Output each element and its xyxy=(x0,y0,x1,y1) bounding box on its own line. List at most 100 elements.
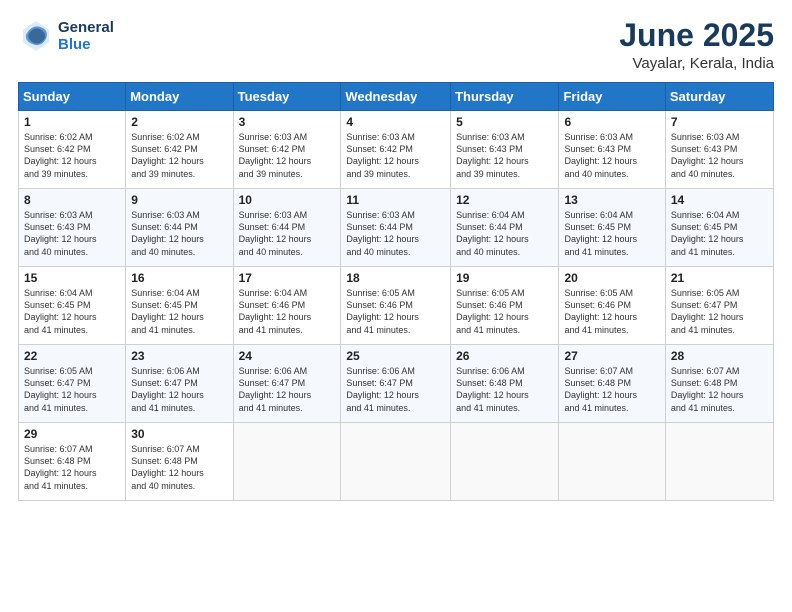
table-row xyxy=(665,423,773,501)
table-row: 6 Sunrise: 6:03 AMSunset: 6:43 PMDaylight… xyxy=(559,111,665,189)
table-row: 4Sunrise: 6:03 AMSunset: 6:42 PMDaylight… xyxy=(341,111,451,189)
table-row: 18 Sunrise: 6:05 AMSunset: 6:46 PMDayligh… xyxy=(341,267,451,345)
day-number: 29 xyxy=(24,427,120,441)
calendar-week-row: 8 Sunrise: 6:03 AMSunset: 6:43 PMDaylight… xyxy=(19,189,774,267)
table-row: 29 Sunrise: 6:07 AMSunset: 6:48 PMDayligh… xyxy=(19,423,126,501)
day-number: 1 xyxy=(24,115,120,129)
day-info: Sunrise: 6:03 AMSunset: 6:44 PMDaylight:… xyxy=(239,209,336,258)
table-row: 11Sunrise: 6:03 AMSunset: 6:44 PMDayligh… xyxy=(341,189,451,267)
day-info: Sunrise: 6:03 AMSunset: 6:44 PMDaylight:… xyxy=(131,209,227,258)
table-row: 28 Sunrise: 6:07 AMSunset: 6:48 PMDayligh… xyxy=(665,345,773,423)
day-number: 27 xyxy=(564,349,659,363)
day-number: 15 xyxy=(24,271,120,285)
day-number: 23 xyxy=(131,349,227,363)
day-info: Sunrise: 6:07 AMSunset: 6:48 PMDaylight:… xyxy=(24,443,120,492)
day-info: Sunrise: 6:06 AMSunset: 6:48 PMDaylight:… xyxy=(456,365,553,414)
table-row xyxy=(341,423,451,501)
day-info: Sunrise: 6:03 AMSunset: 6:43 PMDaylight:… xyxy=(564,131,659,180)
day-number: 8 xyxy=(24,193,120,207)
day-info: Sunrise: 6:02 AMSunset: 6:42 PMDaylight:… xyxy=(131,131,227,180)
day-info: Sunrise: 6:05 AMSunset: 6:47 PMDaylight:… xyxy=(671,287,768,336)
day-info: Sunrise: 6:06 AMSunset: 6:47 PMDaylight:… xyxy=(131,365,227,414)
day-info: Sunrise: 6:07 AMSunset: 6:48 PMDaylight:… xyxy=(564,365,659,414)
day-number: 11 xyxy=(346,193,445,207)
table-row: 7 Sunrise: 6:03 AMSunset: 6:43 PMDaylight… xyxy=(665,111,773,189)
day-info: Sunrise: 6:04 AMSunset: 6:45 PMDaylight:… xyxy=(671,209,768,258)
day-info: Sunrise: 6:04 AMSunset: 6:45 PMDaylight:… xyxy=(564,209,659,258)
page: General Blue June 2025 Vayalar, Kerala, … xyxy=(0,0,792,612)
day-number: 17 xyxy=(239,271,336,285)
day-info: Sunrise: 6:03 AMSunset: 6:43 PMDaylight:… xyxy=(24,209,120,258)
table-row: 16Sunrise: 6:04 AMSunset: 6:45 PMDayligh… xyxy=(126,267,233,345)
table-row: 20 Sunrise: 6:05 AMSunset: 6:46 PMDayligh… xyxy=(559,267,665,345)
table-row: 22Sunrise: 6:05 AMSunset: 6:47 PMDayligh… xyxy=(19,345,126,423)
day-info: Sunrise: 6:05 AMSunset: 6:46 PMDaylight:… xyxy=(456,287,553,336)
day-info: Sunrise: 6:02 AMSunset: 6:42 PMDaylight:… xyxy=(24,131,120,180)
table-row xyxy=(451,423,559,501)
col-wednesday: Wednesday xyxy=(341,83,451,111)
col-sunday: Sunday xyxy=(19,83,126,111)
logo-general: General xyxy=(58,19,114,36)
table-row: 21 Sunrise: 6:05 AMSunset: 6:47 PMDayligh… xyxy=(665,267,773,345)
day-info: Sunrise: 6:04 AMSunset: 6:44 PMDaylight:… xyxy=(456,209,553,258)
table-row: 27 Sunrise: 6:07 AMSunset: 6:48 PMDayligh… xyxy=(559,345,665,423)
day-number: 18 xyxy=(346,271,445,285)
day-info: Sunrise: 6:03 AMSunset: 6:42 PMDaylight:… xyxy=(239,131,336,180)
day-number: 7 xyxy=(671,115,768,129)
table-row: 5Sunrise: 6:03 AMSunset: 6:43 PMDaylight… xyxy=(451,111,559,189)
calendar-table: Sunday Monday Tuesday Wednesday Thursday… xyxy=(18,82,774,501)
day-number: 28 xyxy=(671,349,768,363)
calendar-week-row: 1 Sunrise: 6:02 AMSunset: 6:42 PMDaylight… xyxy=(19,111,774,189)
day-info: Sunrise: 6:05 AMSunset: 6:46 PMDaylight:… xyxy=(564,287,659,336)
table-row xyxy=(559,423,665,501)
day-number: 19 xyxy=(456,271,553,285)
calendar-week-row: 22Sunrise: 6:05 AMSunset: 6:47 PMDayligh… xyxy=(19,345,774,423)
day-info: Sunrise: 6:03 AMSunset: 6:43 PMDaylight:… xyxy=(671,131,768,180)
table-row: 10Sunrise: 6:03 AMSunset: 6:44 PMDayligh… xyxy=(233,189,341,267)
calendar-week-row: 15 Sunrise: 6:04 AMSunset: 6:45 PMDayligh… xyxy=(19,267,774,345)
day-number: 3 xyxy=(239,115,336,129)
col-thursday: Thursday xyxy=(451,83,559,111)
table-row: 23 Sunrise: 6:06 AMSunset: 6:47 PMDayligh… xyxy=(126,345,233,423)
day-number: 9 xyxy=(131,193,227,207)
table-row: 1 Sunrise: 6:02 AMSunset: 6:42 PMDaylight… xyxy=(19,111,126,189)
day-info: Sunrise: 6:07 AMSunset: 6:48 PMDaylight:… xyxy=(671,365,768,414)
day-info: Sunrise: 6:04 AMSunset: 6:45 PMDaylight:… xyxy=(131,287,227,336)
table-row: 25 Sunrise: 6:06 AMSunset: 6:47 PMDayligh… xyxy=(341,345,451,423)
day-number: 25 xyxy=(346,349,445,363)
day-number: 4 xyxy=(346,115,445,129)
day-info: Sunrise: 6:06 AMSunset: 6:47 PMDaylight:… xyxy=(346,365,445,414)
table-row: 12 Sunrise: 6:04 AMSunset: 6:44 PMDayligh… xyxy=(451,189,559,267)
table-row: 2 Sunrise: 6:02 AMSunset: 6:42 PMDaylight… xyxy=(126,111,233,189)
day-number: 14 xyxy=(671,193,768,207)
day-number: 30 xyxy=(131,427,227,441)
day-number: 24 xyxy=(239,349,336,363)
day-number: 12 xyxy=(456,193,553,207)
day-number: 21 xyxy=(671,271,768,285)
logo: General Blue xyxy=(18,18,114,54)
title-block: June 2025 Vayalar, Kerala, India xyxy=(619,18,774,72)
day-info: Sunrise: 6:05 AMSunset: 6:46 PMDaylight:… xyxy=(346,287,445,336)
logo-blue: Blue xyxy=(58,36,114,53)
day-number: 13 xyxy=(564,193,659,207)
table-row: 17 Sunrise: 6:04 AMSunset: 6:46 PMDayligh… xyxy=(233,267,341,345)
table-row xyxy=(233,423,341,501)
day-number: 2 xyxy=(131,115,227,129)
day-info: Sunrise: 6:07 AMSunset: 6:48 PMDaylight:… xyxy=(131,443,227,492)
col-saturday: Saturday xyxy=(665,83,773,111)
day-info: Sunrise: 6:05 AMSunset: 6:47 PMDaylight:… xyxy=(24,365,120,414)
table-row: 26 Sunrise: 6:06 AMSunset: 6:48 PMDayligh… xyxy=(451,345,559,423)
table-row: 3 Sunrise: 6:03 AMSunset: 6:42 PMDaylight… xyxy=(233,111,341,189)
col-monday: Monday xyxy=(126,83,233,111)
day-info: Sunrise: 6:04 AMSunset: 6:46 PMDaylight:… xyxy=(239,287,336,336)
day-number: 6 xyxy=(564,115,659,129)
day-number: 20 xyxy=(564,271,659,285)
col-tuesday: Tuesday xyxy=(233,83,341,111)
table-row: 30 Sunrise: 6:07 AMSunset: 6:48 PMDayligh… xyxy=(126,423,233,501)
general-blue-logo-icon xyxy=(18,18,54,54)
table-row: 13 Sunrise: 6:04 AMSunset: 6:45 PMDayligh… xyxy=(559,189,665,267)
day-info: Sunrise: 6:06 AMSunset: 6:47 PMDaylight:… xyxy=(239,365,336,414)
day-number: 26 xyxy=(456,349,553,363)
table-row: 9 Sunrise: 6:03 AMSunset: 6:44 PMDaylight… xyxy=(126,189,233,267)
table-row: 24 Sunrise: 6:06 AMSunset: 6:47 PMDayligh… xyxy=(233,345,341,423)
